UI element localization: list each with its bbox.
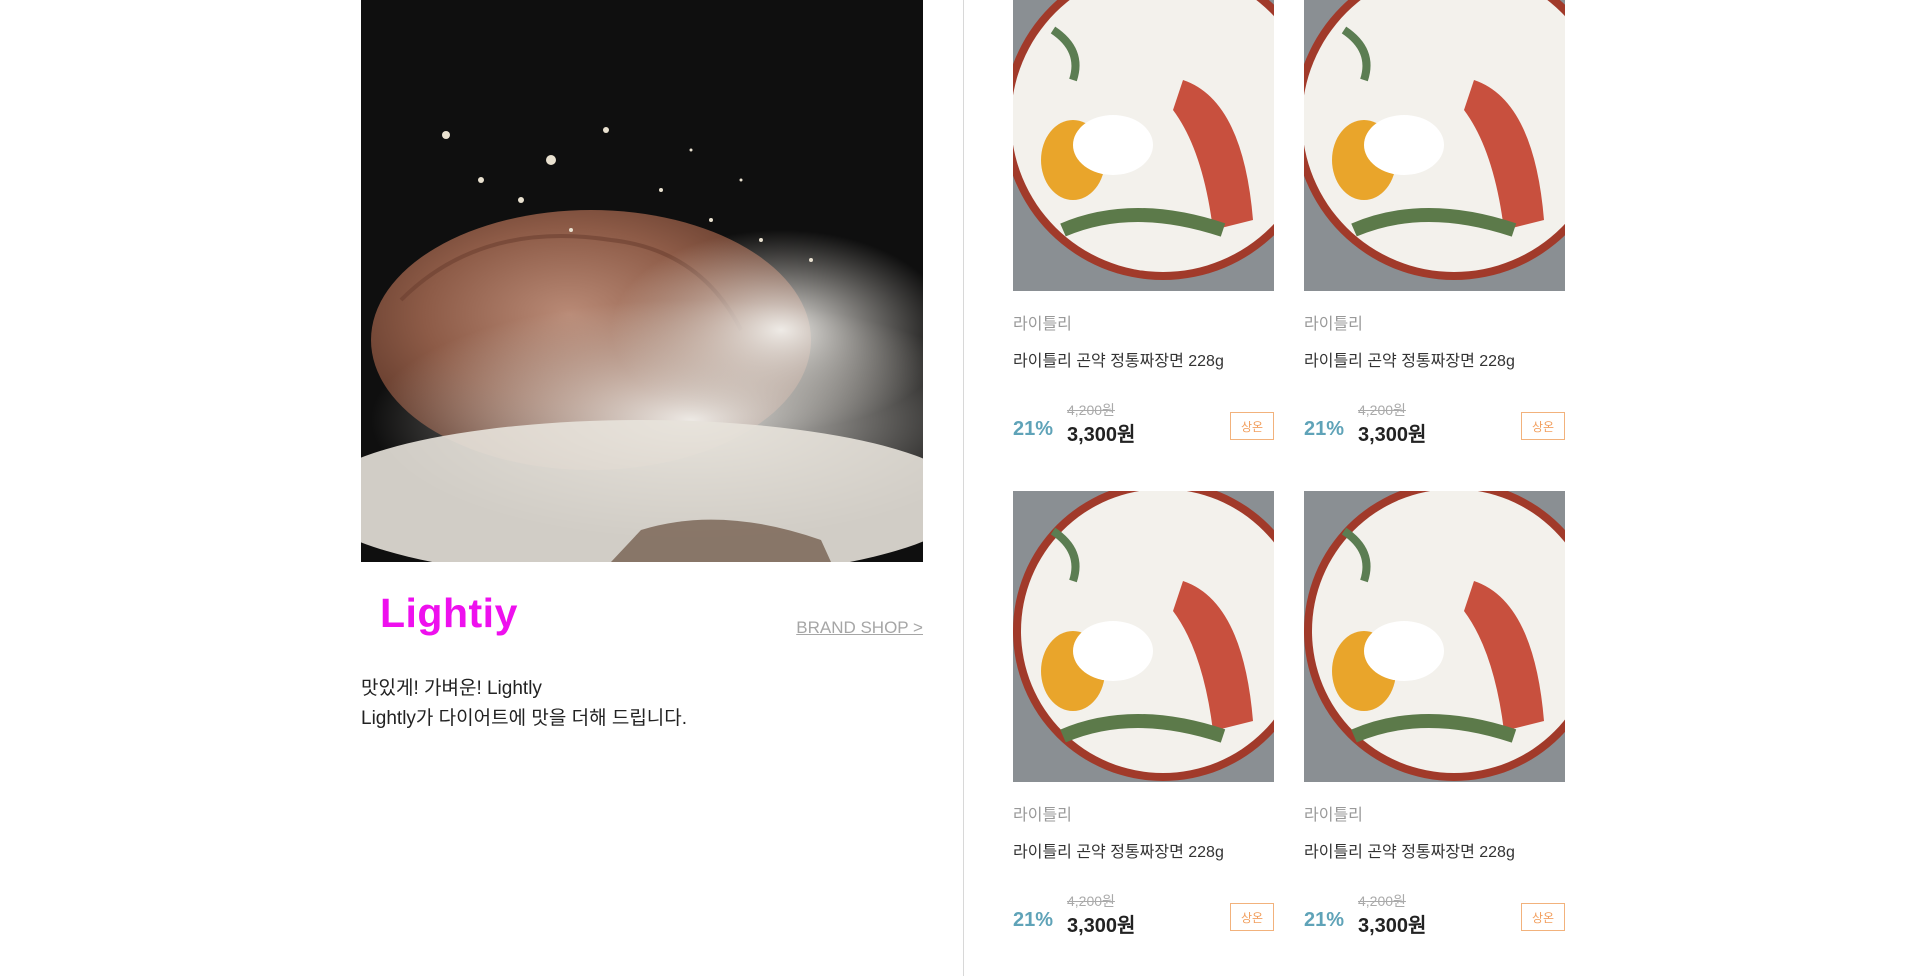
- storage-badge: 상온: [1230, 903, 1274, 931]
- product-image[interactable]: [1013, 491, 1274, 782]
- product-title[interactable]: 라이틀리 곤약 정통짜장면 228g: [1013, 352, 1274, 372]
- brand-hero-image[interactable]: [361, 0, 923, 562]
- storage-badge: 상온: [1521, 412, 1565, 440]
- product-card[interactable]: 라이틀리 라이틀리 곤약 정통짜장면 228g 4,200원 21% 3,300…: [1304, 0, 1565, 446]
- product-title[interactable]: 라이틀리 곤약 정통짜장면 228g: [1304, 843, 1565, 863]
- discount-rate: 21%: [1013, 909, 1054, 931]
- original-price: 4,200원: [1358, 402, 1406, 418]
- product-card[interactable]: 라이틀리 라이틀리 곤약 정통짜장면 228g 4,200원 21% 3,300…: [1013, 0, 1274, 446]
- storage-badge: 상온: [1230, 412, 1274, 440]
- sale-price: 3,300원: [1358, 424, 1427, 446]
- storage-badge: 상온: [1521, 903, 1565, 931]
- product-card[interactable]: 라이틀리 라이틀리 곤약 정통짜장면 228g 4,200원 21% 3,300…: [1304, 491, 1565, 937]
- original-price: 4,200원: [1358, 893, 1406, 909]
- price-row: 4,200원 21% 3,300원 상온: [1013, 873, 1274, 937]
- sale-price: 3,300원: [1067, 915, 1136, 937]
- price-row: 4,200원 21% 3,300원 상온: [1304, 382, 1565, 446]
- brand-description-line: Lightly가 다이어트에 맛을 더해 드립니다.: [361, 708, 688, 729]
- brand-logo: Lightiy: [380, 590, 518, 636]
- product-title[interactable]: 라이틀리 곤약 정통짜장면 228g: [1304, 352, 1565, 372]
- product-brand: 라이틀리: [1304, 316, 1363, 333]
- product-brand: 라이틀리: [1304, 807, 1363, 824]
- brand-description-line: 맛있게! 가벼운! Lightly: [361, 678, 542, 699]
- original-price: 4,200원: [1067, 893, 1115, 909]
- original-price: 4,200원: [1067, 402, 1115, 418]
- product-image[interactable]: [1304, 491, 1565, 782]
- brand-description: 맛있게! 가벼운! Lightly Lightly가 다이어트에 맛을 더해 드…: [361, 674, 687, 734]
- discount-rate: 21%: [1304, 909, 1345, 931]
- column-divider: [963, 0, 964, 976]
- product-title[interactable]: 라이틀리 곤약 정통짜장면 228g: [1013, 843, 1274, 863]
- discount-rate: 21%: [1013, 418, 1054, 440]
- product-brand: 라이틀리: [1013, 316, 1072, 333]
- product-image[interactable]: [1304, 0, 1565, 291]
- brand-shop-link[interactable]: BRAND SHOP >: [796, 618, 923, 638]
- sale-price: 3,300원: [1067, 424, 1136, 446]
- sale-price: 3,300원: [1358, 915, 1427, 937]
- product-card[interactable]: 라이틀리 라이틀리 곤약 정통짜장면 228g 4,200원 21% 3,300…: [1013, 491, 1274, 937]
- product-image[interactable]: [1013, 0, 1274, 291]
- price-row: 4,200원 21% 3,300원 상온: [1304, 873, 1565, 937]
- discount-rate: 21%: [1304, 418, 1345, 440]
- product-brand: 라이틀리: [1013, 807, 1072, 824]
- price-row: 4,200원 21% 3,300원 상온: [1013, 382, 1274, 446]
